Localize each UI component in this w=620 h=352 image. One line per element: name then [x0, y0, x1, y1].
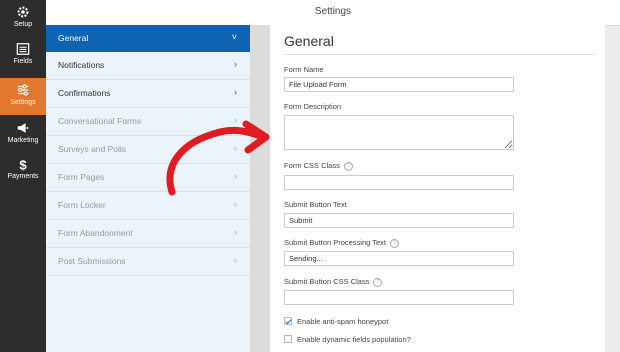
sidebar-item-label: Setup	[13, 21, 33, 28]
panel-item-label: General	[58, 33, 89, 43]
page-title: Settings	[314, 6, 352, 17]
sidebar-item-setup[interactable]: Setup	[0, 0, 46, 37]
list-icon	[16, 43, 30, 55]
panel-item-label: Confirmations	[58, 88, 111, 98]
panel-item-confirmations[interactable]: Confirmations ›	[46, 80, 250, 108]
panel-item-label: Conversational Forms	[58, 116, 142, 126]
form-name-label: Form Name	[284, 65, 324, 74]
submit-css-class-input[interactable]	[284, 290, 514, 305]
sidebar-item-marketing[interactable]: Marketing	[0, 116, 46, 153]
form-css-class-input[interactable]	[284, 175, 514, 190]
sidebar-item-label: Settings	[10, 99, 36, 106]
gear-icon	[17, 6, 29, 18]
chevron-right-icon: ›	[234, 199, 237, 209]
title-divider	[284, 54, 595, 55]
sidebar-item-label: Marketing	[7, 137, 39, 144]
annotation-arrow	[166, 120, 270, 196]
top-bar: Settings	[46, 0, 620, 26]
form-description-label: Form Description	[284, 102, 342, 111]
panel-item-form-abandonment[interactable]: Form Abandonment ›	[46, 220, 250, 248]
submit-button-text-label: Submit Button Text	[284, 200, 347, 209]
chevron-right-icon: ›	[234, 255, 237, 265]
builder-sidebar: Setup Fields Settings Marketing $ Paymen…	[0, 0, 46, 352]
panel-item-post-submissions[interactable]: Post Submissions ›	[46, 248, 250, 276]
help-icon[interactable]: ?	[390, 238, 399, 248]
dynamic-fields-checkbox[interactable]	[284, 335, 292, 343]
chevron-right-icon: ›	[234, 87, 237, 97]
panel-item-label: Surveys and Polls	[58, 144, 127, 154]
submit-button-text-input[interactable]	[284, 213, 514, 228]
megaphone-icon	[17, 123, 29, 133]
sidebar-item-fields[interactable]: Fields	[0, 37, 46, 74]
panel-item-label: Form Abandonment	[58, 228, 133, 238]
submit-css-class-label: Submit Button CSS Class?	[284, 277, 383, 287]
panel-item-label: Form Pages	[58, 172, 105, 182]
panel-item-label: Notifications	[58, 60, 105, 70]
sidebar-item-label: Payments	[7, 173, 39, 180]
form-description-textarea[interactable]	[284, 115, 514, 150]
form-name-input[interactable]	[284, 77, 514, 92]
help-icon[interactable]: ?	[373, 277, 383, 287]
chevron-right-icon: ›	[234, 59, 237, 69]
form-css-class-label: Form CSS Class?	[284, 161, 353, 171]
help-icon[interactable]: ?	[407, 335, 411, 344]
sidebar-item-label: Fields	[13, 58, 33, 65]
chevron-down-icon: ˅	[231, 32, 237, 42]
dynamic-fields-label: Enable dynamic fields population?	[297, 335, 411, 344]
section-title: General	[284, 33, 334, 49]
sliders-icon	[17, 84, 29, 96]
processing-text-label: Submit Button Processing Text?	[284, 238, 399, 248]
panel-item-notifications[interactable]: Notifications ›	[46, 52, 250, 80]
svg-text:$: $	[19, 157, 27, 171]
sidebar-item-payments[interactable]: $ Payments	[0, 152, 46, 189]
processing-text-input[interactable]	[284, 251, 514, 266]
antispam-label: Enable anti-spam honeypot	[297, 317, 389, 326]
settings-content: General Form Name Form Description Form …	[270, 25, 605, 352]
panel-item-label: Post Submissions	[58, 256, 126, 266]
antispam-checkbox[interactable]	[284, 317, 292, 325]
sidebar-item-settings[interactable]: Settings	[0, 78, 46, 115]
help-icon[interactable]: ?	[343, 161, 353, 171]
chevron-right-icon: ›	[234, 227, 237, 237]
panel-item-label: Form Locker	[58, 200, 106, 210]
panel-item-general[interactable]: General ˅	[46, 25, 250, 52]
dollar-icon: $	[19, 157, 27, 171]
